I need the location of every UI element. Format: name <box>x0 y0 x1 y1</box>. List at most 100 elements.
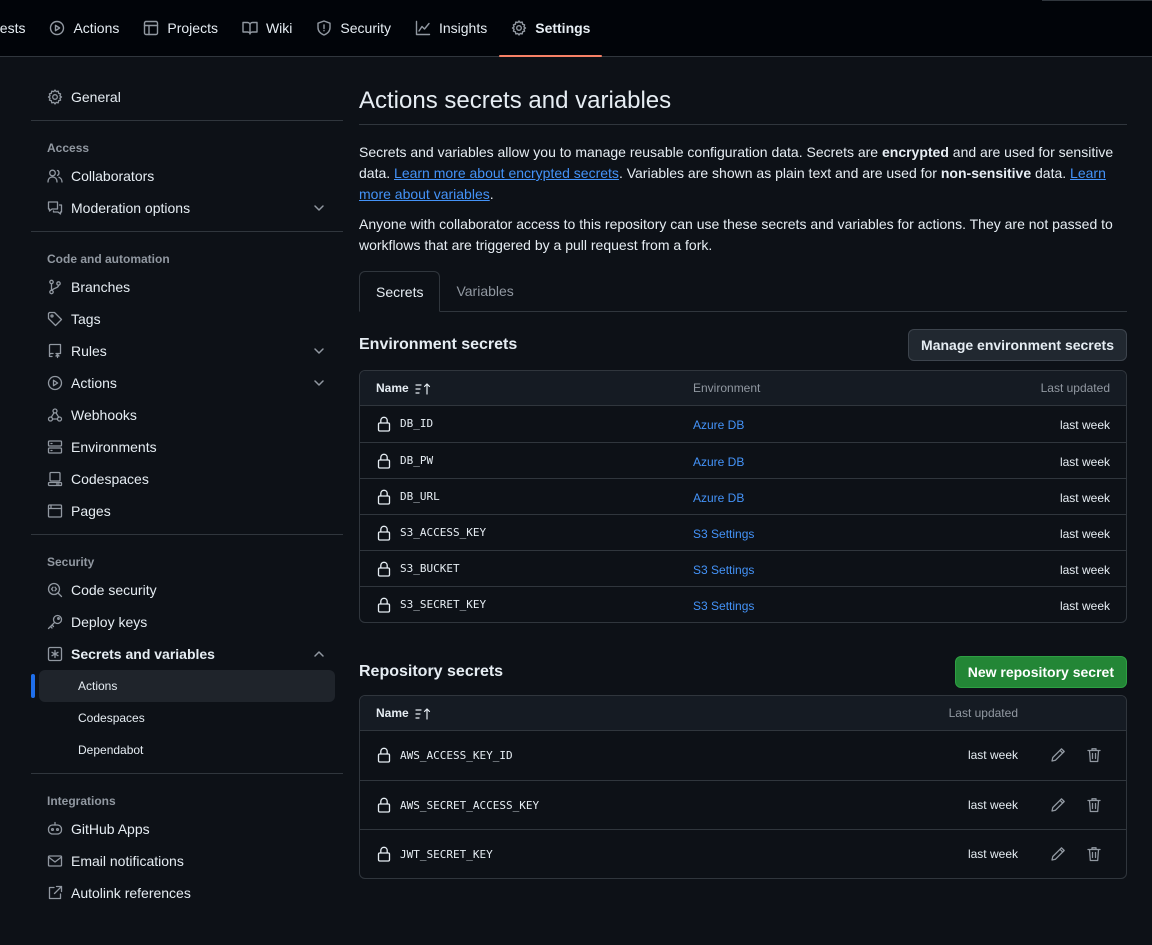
sidebar-item-label: Tags <box>71 311 101 327</box>
sidebar-item-github-apps[interactable]: GitHub Apps <box>31 813 343 845</box>
gear-icon <box>512 20 527 36</box>
group-heading-integrations: Integrations <box>47 794 116 808</box>
repository-secrets-table: Name Last updated AWS_ACCESS_KEY_ID last… <box>359 695 1127 879</box>
environment-link[interactable]: Azure DB <box>693 406 744 444</box>
sidebar-subitem-codespaces[interactable]: Codespaces <box>39 702 335 734</box>
trash-icon[interactable] <box>1086 747 1102 763</box>
chevron-up-icon[interactable] <box>311 646 327 662</box>
secrets-variables-tabs: Secrets Variables <box>359 271 1127 312</box>
sort-asc-icon <box>415 707 430 720</box>
tab-variables[interactable]: Variables <box>440 271 529 312</box>
environment-link[interactable]: S3 Settings <box>693 515 754 553</box>
sidebar-item-label: GitHub Apps <box>71 821 150 837</box>
sidebar-item-collaborators[interactable]: Collaborators <box>31 160 343 192</box>
sidebar-subitem-dependabot[interactable]: Dependabot <box>39 734 335 766</box>
sidebar-item-moderation[interactable]: Moderation options <box>31 192 343 224</box>
divider <box>31 773 343 774</box>
environment-link[interactable]: S3 Settings <box>693 551 754 589</box>
sidebar-item-label: General <box>71 89 121 105</box>
play-icon <box>47 375 63 391</box>
intro-text-part: data. <box>1031 165 1071 181</box>
environment-secrets-body: DB_ID Azure DB last week DB_PW Azure DB … <box>360 406 1126 622</box>
repository-secrets-body: AWS_ACCESS_KEY_ID last week AWS_SECRET_A… <box>360 731 1126 878</box>
tab-wiki[interactable]: Wiki <box>230 0 304 56</box>
lock-icon <box>377 747 391 763</box>
browser-icon <box>47 504 63 518</box>
environment-link[interactable]: S3 Settings <box>693 587 754 622</box>
repository-secrets-title: Repository secrets <box>359 662 504 680</box>
sidebar-subitem-actions[interactable]: Actions <box>31 670 335 702</box>
tab-settings[interactable]: Settings <box>499 0 603 57</box>
key-icon <box>47 614 63 630</box>
sidebar-item-pages[interactable]: Pages <box>31 495 343 527</box>
environment-link[interactable]: Azure DB <box>693 443 744 481</box>
group-heading-security: Security <box>47 555 95 569</box>
pencil-icon[interactable] <box>1050 797 1066 813</box>
intro-text-part: . Variables are shown as plain text and … <box>618 165 941 181</box>
chevron-down-icon[interactable] <box>311 200 327 216</box>
sidebar-item-rules[interactable]: Rules <box>31 335 343 367</box>
sidebar-item-label: Branches <box>71 279 131 295</box>
chevron-down-icon[interactable] <box>311 375 327 391</box>
sidebar-item-secrets-variables[interactable]: Secrets and variables <box>31 638 343 670</box>
pencil-icon[interactable] <box>1050 846 1066 862</box>
book-icon <box>242 21 258 35</box>
sidebar-item-general[interactable]: General <box>31 81 343 113</box>
lock-icon <box>377 597 391 613</box>
table-row: DB_URL Azure DB last week <box>360 478 1126 514</box>
sidebar-item-branches[interactable]: Branches <box>31 271 343 303</box>
tab-label: Actions <box>73 20 120 36</box>
key-asterisk-icon <box>47 646 63 662</box>
manage-environment-secrets-button[interactable]: Manage environment secrets <box>908 328 1127 361</box>
name-column-header[interactable]: Name <box>376 371 431 406</box>
sidebar-item-actions[interactable]: Actions <box>31 367 343 399</box>
sidebar-item-deploy-keys[interactable]: Deploy keys <box>31 606 343 638</box>
table-icon <box>144 20 159 36</box>
sidebar-item-codespaces[interactable]: Codespaces <box>31 463 343 495</box>
table-row: S3_SECRET_KEY S3 Settings last week <box>360 586 1126 622</box>
page-title: Actions secrets and variables <box>359 81 1127 125</box>
tab-secrets[interactable]: Secrets <box>359 271 441 312</box>
codescan-icon <box>47 582 63 598</box>
secret-name: S3_BUCKET <box>400 562 460 575</box>
tab-label: Wiki <box>265 20 293 36</box>
codespaces-icon <box>47 471 63 487</box>
table-row: AWS_SECRET_ACCESS_KEY last week <box>360 780 1126 829</box>
last-updated: last week <box>1059 491 1110 505</box>
sidebar-item-environments[interactable]: Environments <box>31 431 343 463</box>
sidebar-item-email-notifications[interactable]: Email notifications <box>31 845 343 877</box>
sidebar-item-autolink[interactable]: Autolink references <box>31 877 343 909</box>
trash-icon[interactable] <box>1086 797 1102 813</box>
trash-icon[interactable] <box>1086 846 1102 862</box>
last-updated: last week <box>1059 527 1110 541</box>
server-icon <box>47 440 63 454</box>
secret-name: AWS_ACCESS_KEY_ID <box>400 749 513 762</box>
lock-icon <box>377 525 391 541</box>
settings-sidebar: General Access Collaborators Moderation … <box>31 81 343 909</box>
environment-column-header: Environment <box>693 381 761 395</box>
tab-pull-requests[interactable]: uests <box>0 0 37 56</box>
pencil-icon[interactable] <box>1050 747 1066 763</box>
sidebar-item-webhooks[interactable]: Webhooks <box>31 399 343 431</box>
learn-encrypted-secrets-link[interactable]: Learn more about encrypted secrets <box>394 165 619 181</box>
sidebar-item-label: Actions <box>71 375 117 391</box>
repo-nav-bar: uests Actions Projects Wiki Security Ins… <box>0 0 1152 57</box>
chevron-down-icon[interactable] <box>311 343 327 359</box>
sidebar-item-tags[interactable]: Tags <box>31 303 343 335</box>
new-repository-secret-button[interactable]: New repository secret <box>954 655 1127 688</box>
table-row: S3_BUCKET S3 Settings last week <box>360 550 1126 586</box>
tab-projects[interactable]: Projects <box>131 0 230 56</box>
secret-name: DB_ID <box>400 417 434 430</box>
sidebar-item-code-security[interactable]: Code security <box>31 574 343 606</box>
play-icon <box>50 20 65 36</box>
tab-actions[interactable]: Actions <box>37 0 131 56</box>
tab-security[interactable]: Security <box>304 0 403 56</box>
secret-name: S3_SECRET_KEY <box>400 598 487 611</box>
secret-name: DB_PW <box>400 454 434 467</box>
graph-icon <box>415 20 431 36</box>
environment-link[interactable]: Azure DB <box>693 479 744 517</box>
tab-insights[interactable]: Insights <box>403 0 499 56</box>
name-column-header[interactable]: Name <box>376 696 431 731</box>
collaborator-note: Anyone with collaborator access to this … <box>359 216 1113 253</box>
table-header: Name Environment Last updated <box>360 371 1126 406</box>
